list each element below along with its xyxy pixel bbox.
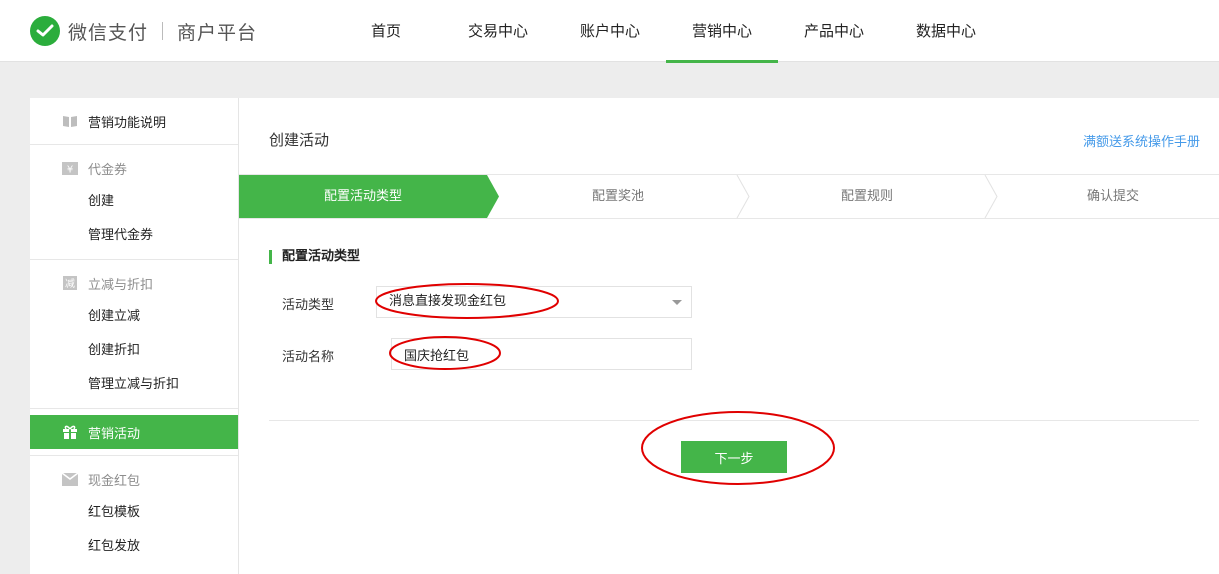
activity-name-input[interactable] bbox=[391, 338, 692, 370]
sidebar-item-manage-discount[interactable]: 管理立减与折扣 bbox=[30, 368, 238, 402]
sidebar-item-redpack-template[interactable]: 红包模板 bbox=[30, 496, 238, 530]
step-2-configure-pool: 配置奖池 bbox=[591, 189, 644, 204]
section-title: 配置活动类型 bbox=[269, 250, 360, 264]
page-title: 创建活动 bbox=[269, 131, 330, 149]
nav-marketing[interactable]: 营销中心 bbox=[666, 0, 778, 63]
sidebar-head-redpack: 现金红包 bbox=[30, 462, 238, 496]
nav-transactions[interactable]: 交易中心 bbox=[442, 0, 554, 62]
sidebar-group-intro: 营销功能说明 bbox=[30, 98, 238, 145]
nav-products[interactable]: 产品中心 bbox=[778, 0, 890, 62]
gift-icon bbox=[62, 425, 78, 439]
brand-subtitle: 商户平台 bbox=[177, 21, 258, 44]
step-3-configure-rules: 配置规则 bbox=[840, 189, 893, 204]
wechat-pay-logo-icon bbox=[30, 16, 60, 46]
sidebar-item-marketing-activity[interactable]: 营销活动 bbox=[30, 415, 238, 449]
sidebar-group-label: 立减与折扣 bbox=[88, 277, 154, 293]
sidebar-item-label: 营销功能说明 bbox=[88, 115, 167, 131]
manual-link[interactable]: 满额送系统操作手册 bbox=[1083, 131, 1200, 150]
minus-badge-icon: 减 bbox=[62, 276, 78, 290]
step-1-configure-type: 配置活动类型 bbox=[323, 189, 402, 204]
brand[interactable]: 微信支付 商户平台 bbox=[30, 16, 257, 46]
sidebar-item-label: 营销活动 bbox=[88, 426, 141, 442]
sidebar-head-discount: 减 立减与折扣 bbox=[30, 266, 238, 300]
sidebar-head-voucher: ¥ 代金券 bbox=[30, 151, 238, 185]
sidebar-item-voucher-manage[interactable]: 管理代金券 bbox=[30, 219, 238, 253]
activity-type-select[interactable]: 消息直接发现金红包 bbox=[376, 286, 692, 318]
activity-type-label: 活动类型 bbox=[282, 298, 335, 313]
sidebar: 营销功能说明 ¥ 代金券 创建 管理代金券 减 立减与折扣 创建立减 创建折扣 … bbox=[30, 98, 239, 574]
sidebar-item-intro[interactable]: 营销功能说明 bbox=[30, 104, 238, 138]
nav-home[interactable]: 首页 bbox=[330, 0, 442, 62]
sidebar-item-redpack-send[interactable]: 红包发放 bbox=[30, 530, 238, 564]
sidebar-group-activity: 营销活动 bbox=[30, 415, 238, 456]
sidebar-group-label: 现金红包 bbox=[88, 473, 141, 489]
yuan-icon: ¥ bbox=[62, 161, 78, 175]
step-4-confirm-submit: 确认提交 bbox=[1086, 189, 1139, 204]
book-icon bbox=[62, 114, 78, 128]
top-header: 微信支付 商户平台 首页 交易中心 账户中心 营销中心 产品中心 数据中心 bbox=[0, 0, 1219, 63]
nav-data[interactable]: 数据中心 bbox=[890, 0, 1002, 62]
sidebar-group-redpack: 现金红包 红包模板 红包发放 bbox=[30, 456, 238, 570]
brand-name: 微信支付 bbox=[68, 21, 149, 44]
sidebar-group-voucher: ¥ 代金券 创建 管理代金券 bbox=[30, 145, 238, 260]
sidebar-item-create-discount[interactable]: 创建折扣 bbox=[30, 334, 238, 368]
sidebar-item-voucher-create[interactable]: 创建 bbox=[30, 185, 238, 219]
step-bar: 配置活动类型 配置奖池 配置规则 确认提交 bbox=[239, 174, 1219, 219]
svg-text:¥: ¥ bbox=[67, 164, 73, 175]
activity-type-value: 消息直接发现金红包 bbox=[389, 294, 507, 309]
sidebar-group-discount: 减 立减与折扣 创建立减 创建折扣 管理立减与折扣 bbox=[30, 260, 238, 409]
sidebar-item-create-reduction[interactable]: 创建立减 bbox=[30, 300, 238, 334]
activity-name-label: 活动名称 bbox=[282, 350, 335, 365]
sidebar-group-label: 代金券 bbox=[88, 162, 128, 178]
next-step-button[interactable]: 下一步 bbox=[681, 441, 787, 473]
form-divider bbox=[269, 420, 1199, 421]
svg-text:减: 减 bbox=[65, 278, 75, 290]
chevron-down-icon bbox=[672, 300, 682, 305]
nav-account[interactable]: 账户中心 bbox=[554, 0, 666, 62]
brand-divider bbox=[162, 22, 164, 40]
main-panel: 创建活动 满额送系统操作手册 配置活动类型 配置奖池 配置规则 确认提交 配置活… bbox=[239, 98, 1219, 574]
main-nav: 首页 交易中心 账户中心 营销中心 产品中心 数据中心 bbox=[330, 0, 1002, 63]
envelope-icon bbox=[62, 472, 78, 486]
